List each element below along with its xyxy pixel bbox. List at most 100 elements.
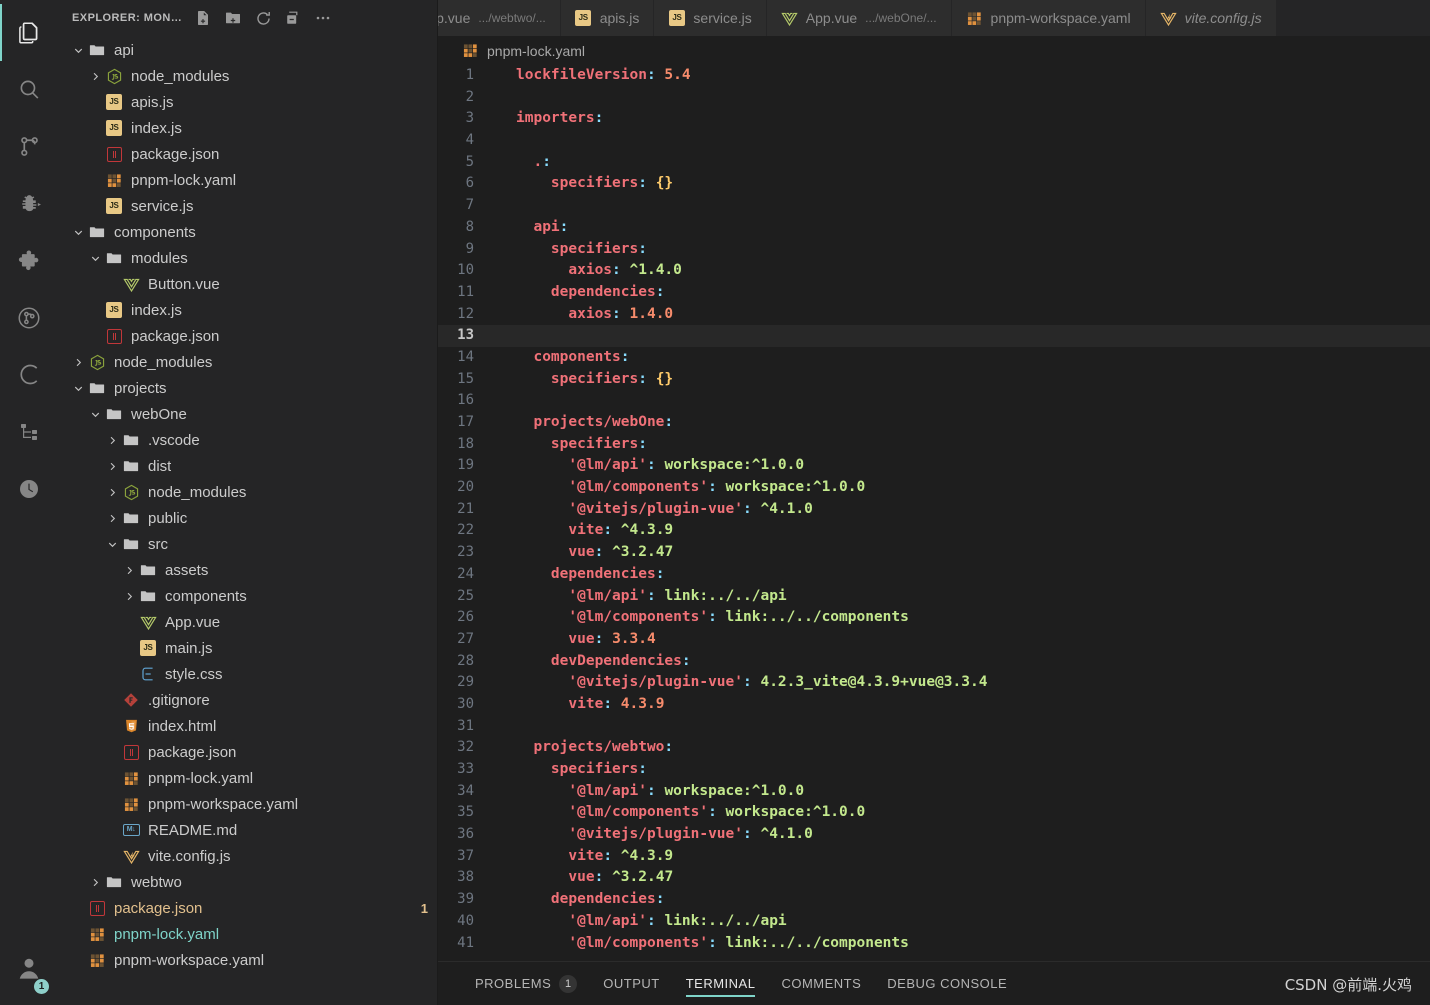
line-number: 7: [465, 197, 474, 214]
chevron-right-icon[interactable]: [104, 460, 120, 473]
code-text: '@lm/api': workspace:^1.0.0: [568, 457, 805, 474]
code-editor[interactable]: 1 lockfileVersion: 5.4 2 3 importers: 4 5 .: 6 …: [438, 65, 1430, 961]
code-text: '@vitejs/plugin-vue': ^4.1.0: [568, 826, 813, 843]
editor-tab[interactable]: App.vue .../webtwo/...: [438, 0, 561, 36]
file-icon-wrap: [120, 797, 142, 812]
tree-item-label: index.html: [148, 717, 217, 735]
tree-item-label: package.json: [131, 327, 220, 345]
activity-item-source-control[interactable]: [0, 118, 58, 175]
chevron-right-icon[interactable]: [70, 356, 86, 369]
activity-item-codeium[interactable]: [0, 346, 58, 403]
tree-item[interactable]: JS apis.js: [58, 89, 438, 115]
activity-item-run-and-debug[interactable]: [0, 175, 58, 232]
tree-item[interactable]: package.json: [58, 739, 438, 765]
panel-tabs[interactable]: PROBLEMS 1 OUTPUT TERMINAL COMMENTS DEBUG CON…: [462, 962, 1020, 1005]
new-file-icon[interactable]: [192, 7, 214, 29]
tree-item[interactable]: vite.config.js: [58, 843, 438, 869]
tree-item[interactable]: components: [58, 219, 438, 245]
tree-item[interactable]: .vscode: [58, 427, 438, 453]
folder-icon: [140, 562, 156, 578]
tree-item[interactable]: api: [58, 37, 438, 63]
file-tree[interactable]: api node_modules JS apis.js JS index.js packag…: [58, 36, 438, 1005]
tree-item[interactable]: node_modules: [58, 349, 438, 375]
code-line: 8 api:: [438, 217, 1430, 239]
chevron-down-icon[interactable]: [87, 252, 103, 265]
line-number: 16: [457, 392, 474, 409]
tree-item[interactable]: JS service.js: [58, 193, 438, 219]
tree-item[interactable]: public: [58, 505, 438, 531]
tree-item[interactable]: src: [58, 531, 438, 557]
activity-item-gitlens[interactable]: [0, 289, 58, 346]
tree-item[interactable]: node_modules: [58, 479, 438, 505]
tree-item[interactable]: pnpm-workspace.yaml: [58, 791, 438, 817]
editor-tab[interactable]: pnpm-workspace.yaml: [951, 0, 1146, 36]
tree-item[interactable]: M↓ README.md: [58, 817, 438, 843]
editor-tab[interactable]: JS apis.js: [560, 0, 655, 36]
tree-item[interactable]: webOne: [58, 401, 438, 427]
code-line: 11 dependencies:: [438, 282, 1430, 304]
activity-item-extensions[interactable]: [0, 232, 58, 289]
tree-item[interactable]: modules: [58, 245, 438, 271]
chevron-down-icon[interactable]: [104, 538, 120, 551]
editor-tab[interactable]: vite.config.js: [1145, 0, 1277, 36]
tree-item[interactable]: components: [58, 583, 438, 609]
activity-item-timeline[interactable]: [0, 460, 58, 517]
tree-item[interactable]: node_modules: [58, 63, 438, 89]
editor-tab-bar[interactable]: App.vue .../webtwo/... JS apis.js JS service.…: [438, 0, 1430, 36]
tree-item[interactable]: index.html: [58, 713, 438, 739]
tree-item[interactable]: .gitignore: [58, 687, 438, 713]
tree-item[interactable]: JS main.js: [58, 635, 438, 661]
editor-tab[interactable]: App.vue .../webOne/...: [766, 0, 952, 36]
file-icon-wrap: [137, 666, 159, 682]
code-text: projects/webtwo:: [533, 739, 674, 756]
activity-item-explorer[interactable]: [0, 4, 58, 61]
activity-item-account[interactable]: 1: [0, 948, 58, 1005]
editor-tab[interactable]: JS service.js: [654, 0, 767, 36]
tree-item[interactable]: JS index.js: [58, 115, 438, 141]
panel-tab[interactable]: OUTPUT: [590, 962, 672, 1005]
tree-item[interactable]: Button.vue: [58, 271, 438, 297]
chevron-down-icon[interactable]: [70, 226, 86, 239]
more-actions-icon[interactable]: [312, 7, 334, 29]
tab-label: App.vue: [438, 10, 471, 26]
chevron-down-icon[interactable]: [87, 408, 103, 421]
tree-item[interactable]: App.vue: [58, 609, 438, 635]
tree-item[interactable]: pnpm-lock.yaml: [58, 167, 438, 193]
tree-item[interactable]: assets: [58, 557, 438, 583]
tree-item[interactable]: pnpm-lock.yaml: [58, 765, 438, 791]
file-icon-wrap: [103, 173, 125, 188]
tree-item[interactable]: JS index.js: [58, 297, 438, 323]
panel-tab[interactable]: DEBUG CONSOLE: [874, 962, 1020, 1005]
tree-item[interactable]: projects: [58, 375, 438, 401]
refresh-icon[interactable]: [252, 7, 274, 29]
tree-item[interactable]: webtwo: [58, 869, 438, 895]
tree-item[interactable]: package.json 1: [58, 895, 438, 921]
chevron-right-icon[interactable]: [121, 590, 137, 603]
code-line: 10 axios: ^1.4.0: [438, 260, 1430, 282]
chevron-right-icon[interactable]: [87, 70, 103, 83]
tree-item[interactable]: pnpm-workspace.yaml: [58, 947, 438, 973]
vite-icon: [1159, 10, 1177, 27]
chevron-right-icon[interactable]: [121, 564, 137, 577]
file-icon-wrap: M↓: [120, 824, 142, 836]
tree-item[interactable]: package.json: [58, 141, 438, 167]
panel-tab[interactable]: TERMINAL: [673, 962, 769, 1005]
tree-item[interactable]: dist: [58, 453, 438, 479]
tree-item[interactable]: pnpm-lock.yaml: [58, 921, 438, 947]
chevron-right-icon[interactable]: [87, 876, 103, 889]
activity-item-outline[interactable]: [0, 403, 58, 460]
chevron-down-icon[interactable]: [70, 382, 86, 395]
chevron-right-icon[interactable]: [104, 434, 120, 447]
breadcrumb[interactable]: pnpm-lock.yaml: [438, 36, 1430, 65]
new-folder-icon[interactable]: [222, 7, 244, 29]
activity-item-search[interactable]: [0, 61, 58, 118]
chevron-down-icon[interactable]: [70, 44, 86, 57]
panel-tab[interactable]: PROBLEMS 1: [462, 962, 590, 1005]
line-number: 35: [457, 804, 474, 821]
tree-item[interactable]: style.css: [58, 661, 438, 687]
tree-item[interactable]: package.json: [58, 323, 438, 349]
panel-tab[interactable]: COMMENTS: [768, 962, 874, 1005]
chevron-right-icon[interactable]: [104, 512, 120, 525]
chevron-right-icon[interactable]: [104, 486, 120, 499]
collapse-all-icon[interactable]: [282, 7, 304, 29]
